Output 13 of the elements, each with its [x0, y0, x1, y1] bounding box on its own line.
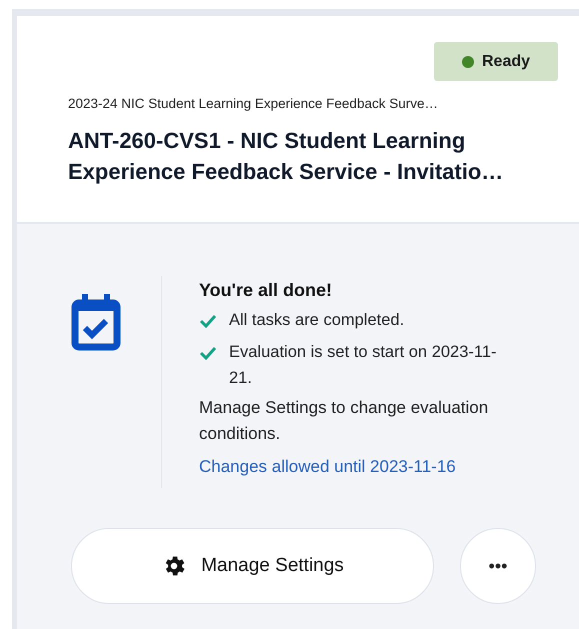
survey-subtitle: 2023-24 NIC Student Learning Experience Feedback Surve… [68, 96, 439, 111]
check-icon [199, 346, 217, 360]
done-heading: You're all done! [199, 280, 333, 301]
more-options-button[interactable]: ••• [460, 528, 536, 604]
calendar-check-icon [71, 293, 121, 351]
checklist-text: All tasks are completed. [229, 310, 406, 331]
status-badge: Ready [434, 42, 558, 81]
check-icon [199, 314, 217, 328]
checklist-text: Evaluation is set to start on 2023-11-21. [229, 342, 498, 389]
changes-deadline-link[interactable]: Changes allowed until 2023-11-16 [199, 457, 456, 477]
evaluation-title: ANT-260-CVS1 - NIC Student Learning Experience Feedback Service - Invitatio… [68, 127, 504, 186]
settings-note: Manage Settings to change evaluation conditions. [199, 397, 490, 445]
manage-settings-button[interactable]: Manage Settings [71, 528, 434, 604]
